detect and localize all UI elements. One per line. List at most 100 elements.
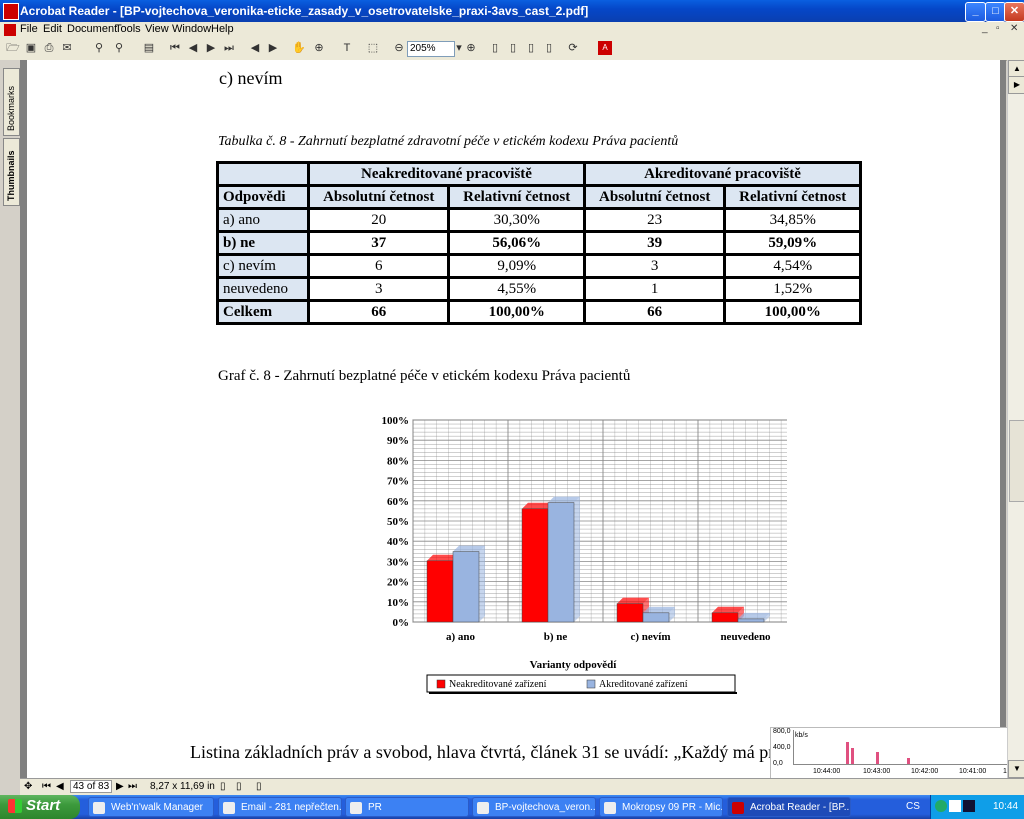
- go-back-icon[interactable]: ◀: [248, 41, 262, 55]
- menu-edit[interactable]: Edit: [43, 23, 62, 35]
- taskbar-item[interactable]: Mokropsy 09 PR - Mic...: [599, 797, 723, 817]
- table-row: c) nevím 6 9,09% 3 4,54%: [216, 253, 862, 279]
- rotate-icon[interactable]: ⟳: [566, 41, 580, 55]
- language-indicator[interactable]: CS: [906, 801, 920, 812]
- bar-chart: 0% 10% 20% 30% 40% 50% 60% 70% 80% 90% 100% a) ano b…: [382, 415, 787, 694]
- pages-icon[interactable]: ▤: [142, 41, 156, 55]
- bw-ylabel: 800,0: [773, 728, 791, 735]
- table-cell: 39: [582, 230, 727, 256]
- zoom-in-icon[interactable]: ⊕: [312, 41, 326, 55]
- next-page-icon[interactable]: ▶: [204, 41, 218, 55]
- network-icon[interactable]: [935, 800, 947, 812]
- facing-icon[interactable]: ▯: [524, 41, 538, 55]
- continuous-icon[interactable]: ▯: [236, 781, 242, 792]
- next-page-icon[interactable]: ▶: [116, 781, 124, 792]
- last-page-icon[interactable]: ⏭: [128, 781, 137, 792]
- pdf-page: c) nevím Tabulka č. 8 - Zahrnutí bezplat…: [27, 60, 1000, 778]
- menu-window[interactable]: Window: [172, 23, 211, 35]
- single-page-icon[interactable]: ▯: [220, 781, 226, 792]
- answer-line: c) nevím: [219, 68, 283, 88]
- search-icon[interactable]: ⚲: [92, 41, 106, 55]
- facing-icon[interactable]: ▯: [256, 781, 262, 792]
- y-tick-label: 20%: [387, 577, 409, 589]
- taskbar: Start Web'n'walk Manager Email - 281 nep…: [0, 795, 1024, 819]
- bar-front: [547, 502, 575, 623]
- minimize-button[interactable]: _: [965, 2, 986, 22]
- doc-close-button[interactable]: ✕: [1010, 23, 1018, 34]
- bar-front: [642, 612, 670, 623]
- find-icon[interactable]: ⚲: [112, 41, 126, 55]
- menu-tools[interactable]: Tools: [115, 23, 141, 35]
- close-button[interactable]: ✕: [1004, 2, 1024, 22]
- page-number-field[interactable]: 43 of 83: [70, 780, 113, 793]
- taskbar-item-active[interactable]: Acrobat Reader - [BP...: [727, 797, 851, 817]
- table-corner: [216, 161, 310, 187]
- print-icon[interactable]: ⎙: [42, 41, 56, 55]
- prev-page-icon[interactable]: ◀: [56, 781, 64, 792]
- scroll-thumb[interactable]: [1009, 420, 1024, 502]
- adobe-icon[interactable]: A: [598, 41, 612, 55]
- first-page-icon[interactable]: ⏮: [168, 41, 182, 55]
- table-cell: 37: [306, 230, 451, 256]
- taskbar-item[interactable]: BP-vojtechova_veron...: [472, 797, 596, 817]
- taskbar-item[interactable]: Email - 281 nepřečten...: [218, 797, 342, 817]
- clock: 10:44: [993, 801, 1019, 812]
- fit-icon[interactable]: ✥: [24, 781, 32, 792]
- last-page-icon[interactable]: ⏭: [222, 41, 236, 55]
- bar-front: [521, 508, 549, 623]
- bar: [642, 606, 675, 623]
- text-select-icon[interactable]: T: [340, 41, 354, 55]
- y-tick-label: 70%: [387, 476, 409, 488]
- go-forward-icon[interactable]: ▶: [266, 41, 280, 55]
- continuous-icon[interactable]: ▯: [506, 41, 520, 55]
- bw-spike: [851, 748, 854, 764]
- volume-icon[interactable]: [963, 800, 975, 812]
- maximize-button[interactable]: □: [985, 2, 1006, 22]
- doc-minimize-button[interactable]: _: [982, 23, 988, 34]
- zoom-out-icon[interactable]: ⊖: [392, 41, 406, 55]
- row-label: a) ano: [216, 207, 310, 233]
- zoom-plus-icon[interactable]: ⊕: [464, 41, 478, 55]
- x-axis-label: Varianty odpovědí: [530, 659, 618, 671]
- start-button[interactable]: Start: [0, 795, 80, 819]
- snapshot-icon[interactable]: ⬚: [366, 41, 380, 55]
- media-icon[interactable]: [949, 800, 961, 812]
- scroll-down-icon[interactable]: ▼: [1008, 760, 1024, 778]
- y-tick-label: 80%: [387, 455, 409, 467]
- bar: [547, 496, 580, 623]
- bar-side: [479, 545, 485, 622]
- menu-help[interactable]: Help: [211, 23, 234, 35]
- prev-page-icon[interactable]: ◀: [186, 41, 200, 55]
- bar-side: [574, 496, 580, 622]
- first-page-icon[interactable]: ⏮: [42, 781, 51, 792]
- scroll-right-icon[interactable]: ▶: [1008, 76, 1024, 94]
- doc-restore-button[interactable]: ▫: [996, 23, 1000, 34]
- tab-thumbnails[interactable]: Thumbnails: [3, 138, 20, 206]
- save-icon[interactable]: ▣: [24, 41, 38, 55]
- vertical-scrollbar[interactable]: ▲ ▶ ▼: [1007, 60, 1024, 778]
- menu-file[interactable]: File: [20, 23, 38, 35]
- tab-bookmarks[interactable]: Bookmarks: [3, 68, 20, 136]
- menu-document[interactable]: Document: [67, 23, 117, 35]
- table-cell: 1: [582, 276, 727, 302]
- table-cell: 30,30%: [447, 207, 586, 233]
- email-icon[interactable]: ✉: [60, 41, 74, 55]
- bw-time: 10:44:00: [813, 768, 841, 775]
- continuous-facing-icon[interactable]: ▯: [542, 41, 556, 55]
- app-icon: [93, 802, 105, 814]
- data-table: Neakreditované pracoviště Akreditované p…: [216, 161, 863, 325]
- table-cell: 66: [306, 299, 451, 325]
- menu-view[interactable]: View: [145, 23, 169, 35]
- table-cell: 100,00%: [447, 299, 586, 325]
- column-header: Relativní četnost: [723, 184, 862, 210]
- x-tick-label: c) nevím: [630, 631, 670, 643]
- bar-front: [616, 603, 644, 623]
- taskbar-item[interactable]: Web'n'walk Manager: [88, 797, 214, 817]
- taskbar-item-label: PR: [368, 802, 382, 813]
- taskbar-item[interactable]: PR: [345, 797, 469, 817]
- open-icon[interactable]: 🗁: [6, 41, 20, 55]
- hand-icon[interactable]: ✋: [292, 41, 306, 55]
- single-page-icon[interactable]: ▯: [488, 41, 502, 55]
- ie-icon: [223, 802, 235, 814]
- zoom-input[interactable]: 205%: [407, 41, 455, 57]
